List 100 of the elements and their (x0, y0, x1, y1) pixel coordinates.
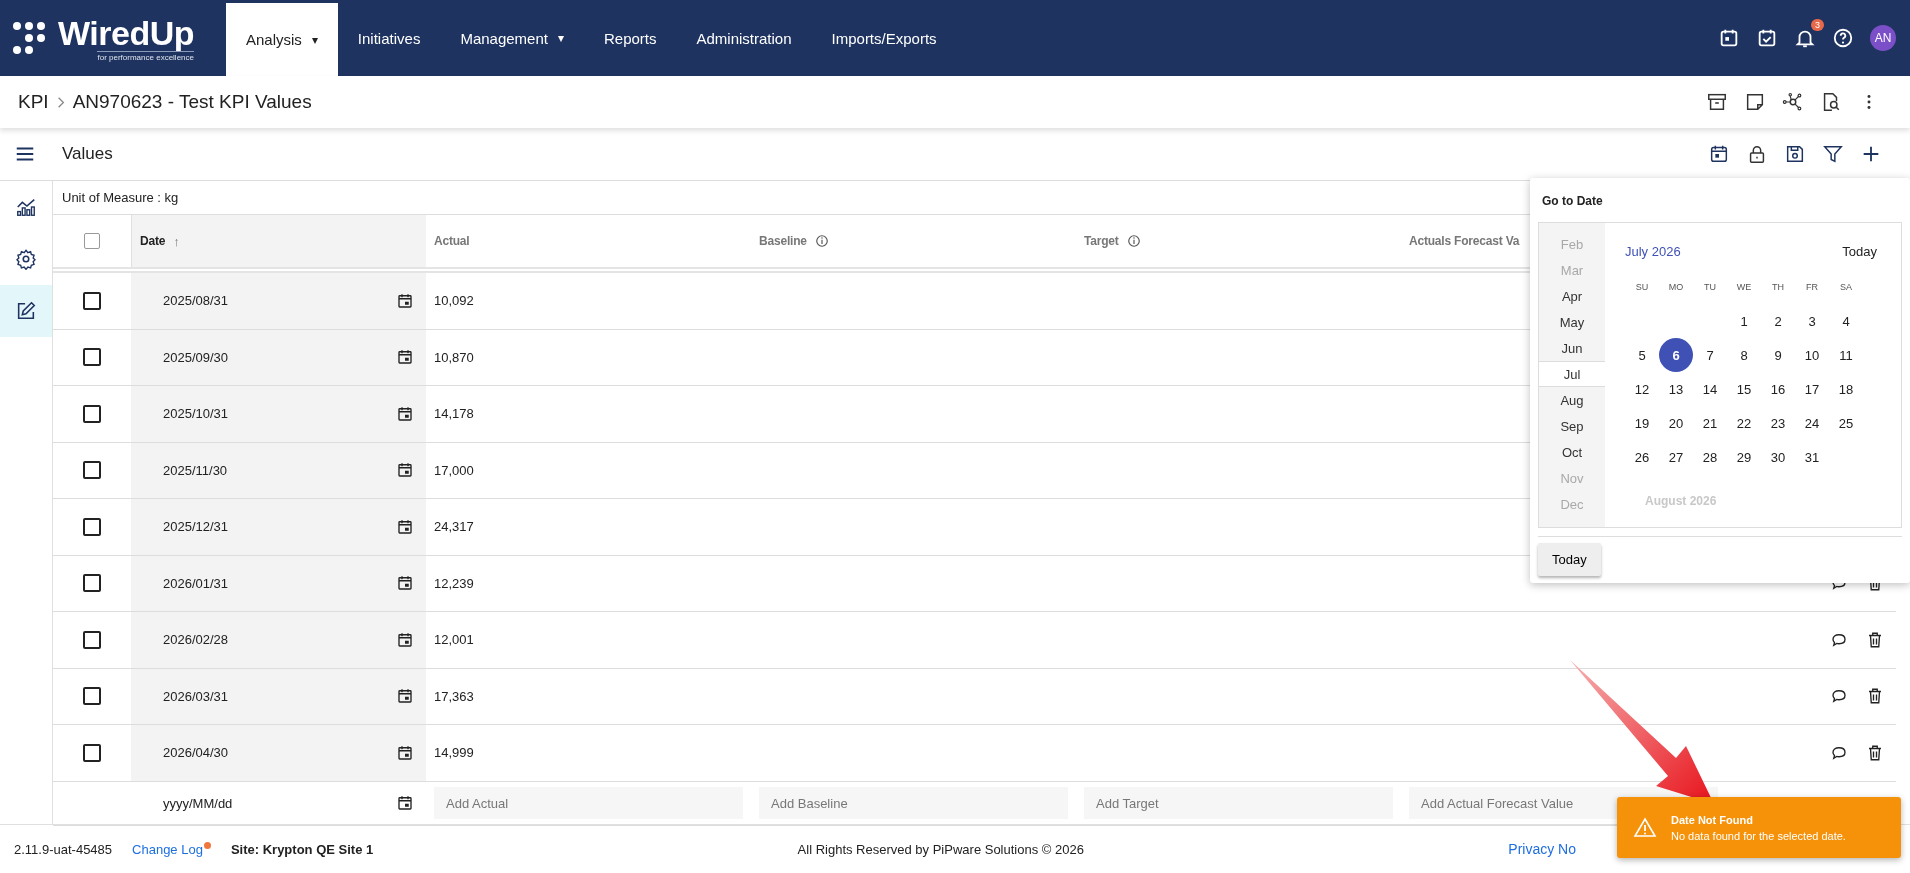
column-header[interactable]: Target (1084, 234, 1119, 248)
calendar-icon[interactable] (396, 461, 414, 480)
calendar-day[interactable]: 20 (1659, 406, 1693, 440)
calendar-icon[interactable] (396, 630, 414, 649)
calendar-day[interactable]: 18 (1829, 372, 1863, 406)
calendar-day[interactable]: 24 (1795, 406, 1829, 440)
column-header[interactable]: Actual (434, 234, 470, 248)
nav-menu-item[interactable]: Reports (583, 0, 677, 76)
row-checkbox[interactable] (83, 574, 101, 593)
help-icon[interactable] (1832, 27, 1854, 49)
nav-menu-item[interactable]: Initiatives (337, 0, 441, 76)
breadcrumb-item[interactable]: KPI (18, 91, 49, 113)
calendar-day[interactable]: 11 (1829, 338, 1863, 372)
trash-icon[interactable] (1866, 743, 1884, 762)
month-option[interactable]: Jul (1539, 361, 1605, 387)
nav-menu-item[interactable]: Imports/Exports (811, 0, 957, 76)
sidebar-item[interactable] (0, 285, 52, 337)
info-icon[interactable] (1126, 234, 1141, 248)
calendar-icon[interactable] (396, 574, 414, 593)
calendar-day[interactable]: 3 (1795, 304, 1829, 338)
archive-icon[interactable] (1706, 91, 1728, 113)
row-checkbox[interactable] (83, 630, 101, 649)
calendar-day[interactable]: 21 (1693, 406, 1727, 440)
calendar-day[interactable]: 19 (1625, 406, 1659, 440)
filter-icon[interactable] (1822, 143, 1844, 165)
calendar-icon[interactable] (396, 517, 414, 536)
date-input-field[interactable]: yyyy/MM/dd (161, 794, 396, 812)
change-log-link[interactable]: Change Log (132, 841, 203, 857)
calendar-day[interactable]: 16 (1761, 372, 1795, 406)
calendar-day[interactable]: 1 (1727, 304, 1761, 338)
note-icon[interactable] (1744, 91, 1766, 113)
calendar-day[interactable]: 17 (1795, 372, 1829, 406)
calendar-day[interactable]: 28 (1693, 440, 1727, 474)
calendar-day[interactable]: 4 (1829, 304, 1863, 338)
month-option[interactable]: May (1539, 309, 1605, 335)
column-header[interactable]: Date (140, 234, 166, 248)
calendar-day[interactable]: 29 (1727, 440, 1761, 474)
calendar-day[interactable]: 8 (1727, 338, 1761, 372)
calendar-icon[interactable] (396, 743, 414, 762)
nav-menu-item[interactable]: Analysis ▾ (226, 3, 338, 76)
calendar-day[interactable]: 12 (1625, 372, 1659, 406)
row-checkbox[interactable] (83, 743, 101, 762)
target-input-field[interactable]: Add Target (1084, 787, 1393, 819)
column-header[interactable]: Baseline (759, 234, 807, 248)
calendar-icon[interactable] (396, 687, 414, 706)
today-button[interactable]: Today (1538, 543, 1601, 576)
calendar-day[interactable]: 26 (1625, 440, 1659, 474)
calendar-day[interactable]: 5 (1625, 338, 1659, 372)
calendar-day[interactable]: 2 (1761, 304, 1795, 338)
sort-arrow-icon[interactable]: ↑ (173, 233, 180, 249)
calendar-day[interactable]: 9 (1761, 338, 1795, 372)
calendar-day[interactable]: 13 (1659, 372, 1693, 406)
month-option[interactable]: Apr (1539, 283, 1605, 309)
trash-icon[interactable] (1866, 630, 1884, 649)
month-option[interactable]: Jun (1539, 335, 1605, 361)
actual-input-field[interactable]: Add Actual (434, 787, 743, 819)
user-avatar[interactable]: AN (1870, 25, 1896, 51)
calendar-day[interactable]: 15 (1727, 372, 1761, 406)
info-icon[interactable] (814, 234, 829, 248)
calendar-icon[interactable] (1708, 143, 1730, 165)
trash-icon[interactable] (1866, 687, 1884, 706)
calendar-day[interactable]: 14 (1693, 372, 1727, 406)
logo[interactable]: WiredUp for performance excellence (0, 0, 226, 76)
month-option[interactable]: Oct (1539, 439, 1605, 465)
calendar-day[interactable]: 27 (1659, 440, 1693, 474)
calendar-icon[interactable] (396, 291, 414, 310)
month-option[interactable]: Sep (1539, 413, 1605, 439)
calendar-day[interactable]: 30 (1761, 440, 1795, 474)
row-checkbox[interactable] (83, 687, 101, 706)
month-option[interactable]: Aug (1539, 387, 1605, 413)
privacy-link[interactable]: Privacy No (1508, 841, 1576, 857)
select-all-checkbox[interactable] (84, 233, 100, 249)
calendar-day[interactable]: 22 (1727, 406, 1761, 440)
calendar-day[interactable]: 31 (1795, 440, 1829, 474)
calendar-day[interactable]: 25 (1829, 406, 1863, 440)
calendar-day[interactable]: 23 (1761, 406, 1795, 440)
calendar-check-icon[interactable] (1756, 27, 1778, 49)
unit-of-measure: Unit of Measure : kg (61, 189, 179, 207)
network-icon[interactable] (1782, 91, 1804, 113)
month-title[interactable]: July 2026 (1625, 244, 1681, 259)
row-checkbox[interactable] (83, 348, 101, 367)
calendar-day[interactable]: 6 (1659, 338, 1693, 372)
row-checkbox[interactable] (83, 291, 101, 310)
calendar-icon[interactable] (396, 348, 414, 367)
calendar-icon[interactable] (396, 404, 414, 423)
calendar-icon[interactable] (1718, 27, 1740, 49)
column-header[interactable]: Actuals Forecast Va (1409, 234, 1520, 248)
calendar-icon[interactable] (396, 794, 414, 812)
save-icon[interactable] (1784, 143, 1806, 165)
row-checkbox[interactable] (83, 517, 101, 536)
actual-value-cell: 17,000 (434, 462, 474, 478)
row-checkbox[interactable] (83, 404, 101, 423)
row-checkbox[interactable] (83, 461, 101, 480)
nav-menu-item[interactable]: Management ▾ (440, 0, 584, 76)
nav-menu-item[interactable]: Administration (676, 0, 812, 76)
breadcrumb-item: AN970623 - Test KPI Values (72, 91, 312, 113)
baseline-input-field[interactable]: Add Baseline (759, 787, 1068, 819)
today-link[interactable]: Today (1836, 243, 1883, 260)
calendar-day[interactable]: 10 (1795, 338, 1829, 372)
calendar-day[interactable]: 7 (1693, 338, 1727, 372)
